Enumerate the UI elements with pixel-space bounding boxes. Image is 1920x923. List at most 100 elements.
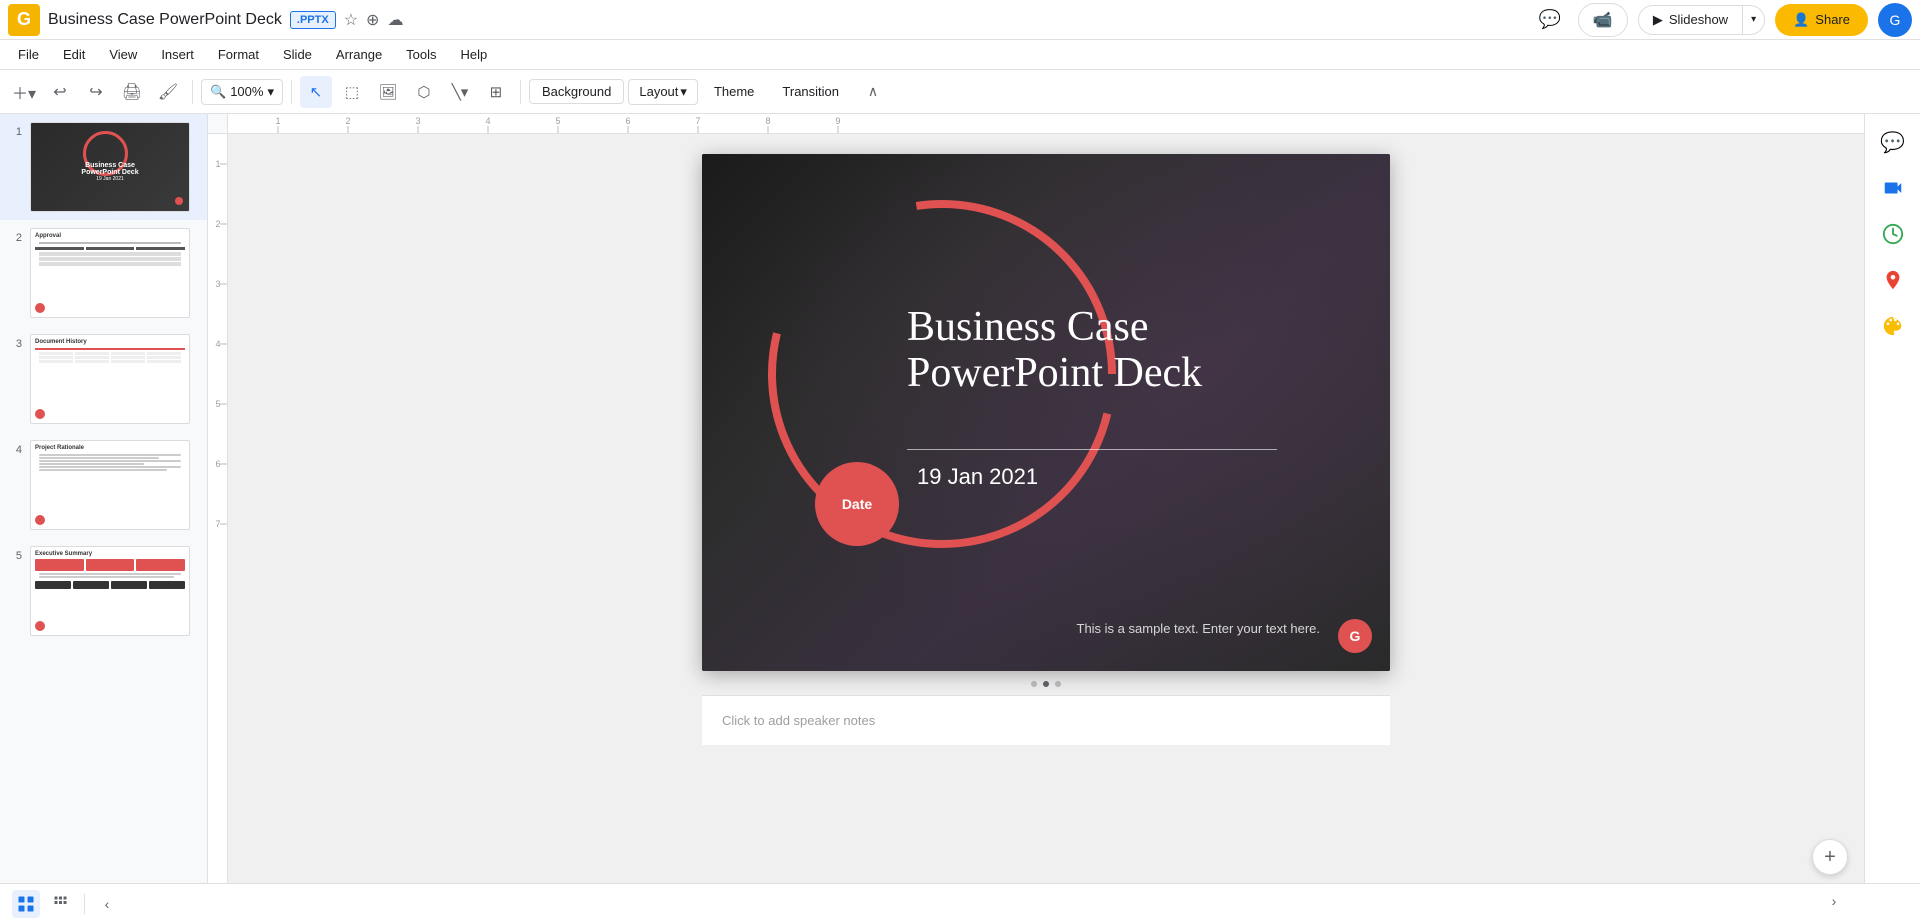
line-tool[interactable]: ╲▾ xyxy=(444,76,476,108)
meet-sidebar-icon[interactable] xyxy=(1873,168,1913,208)
app-logo: G xyxy=(8,4,40,36)
palette-sidebar-icon[interactable] xyxy=(1873,306,1913,346)
textbox-tool[interactable]: ⊞ xyxy=(480,76,512,108)
zoom-control[interactable]: 🔍 100% ▾ xyxy=(201,79,283,105)
filmstrip-view-button[interactable] xyxy=(12,890,40,918)
activity-icon[interactable]: ⊕ xyxy=(366,10,379,30)
main-slide-canvas[interactable]: Date Business Case PowerPoint Deck 19 Ja… xyxy=(702,154,1390,671)
notes-placeholder: Click to add speaker notes xyxy=(722,713,875,728)
menu-help[interactable]: Help xyxy=(451,43,498,66)
slide-title-line1: Business Case xyxy=(907,304,1202,350)
toolbar: ＋▾ ↩ ↪ 🖨 🖌 🔍 100% ▾ ↖ ⬚ 🖼 ⬡ ╲▾ ⊞ Backgro… xyxy=(0,70,1920,114)
vertical-ruler: 1 2 3 4 5 6 7 xyxy=(208,134,228,883)
menu-format[interactable]: Format xyxy=(208,43,269,66)
slide-thumb-1[interactable]: 1 Business CasePowerPoint Deck 19 Jan 20… xyxy=(0,114,207,220)
add-button[interactable]: ＋▾ xyxy=(8,76,40,108)
toolbar-divider-3 xyxy=(520,80,521,104)
undo-button[interactable]: ↩ xyxy=(44,76,76,108)
menu-file[interactable]: File xyxy=(8,43,49,66)
shape-tool[interactable]: ⬡ xyxy=(408,76,440,108)
user-avatar[interactable]: G xyxy=(1878,3,1912,37)
selection-tool[interactable]: ⬚ xyxy=(336,76,368,108)
cloud-icon[interactable]: ☁ xyxy=(387,10,403,30)
layout-button[interactable]: Layout ▾ xyxy=(628,79,698,105)
horizontal-ruler: 1 2 3 4 5 6 7 8 9 xyxy=(208,114,1864,134)
ruler-content: 1 2 3 4 5 6 7 8 9 xyxy=(228,114,1864,133)
title-action-icons: ☆ ⊕ ☁ xyxy=(344,10,404,30)
maps-sidebar-icon[interactable] xyxy=(1873,260,1913,300)
print-button[interactable]: 🖨 xyxy=(116,76,148,108)
activity-sidebar-icon[interactable] xyxy=(1873,214,1913,254)
commenter-avatar: G xyxy=(1338,619,1372,653)
star-icon[interactable]: ☆ xyxy=(344,10,358,30)
transition-button[interactable]: Transition xyxy=(770,80,851,103)
slide-thumb-2[interactable]: 2 Approval xyxy=(0,220,207,326)
menu-tools[interactable]: Tools xyxy=(396,43,446,66)
grid-view-button[interactable] xyxy=(48,890,76,918)
menu-view[interactable]: View xyxy=(99,43,147,66)
slide-title[interactable]: Business Case PowerPoint Deck xyxy=(907,304,1202,396)
collapse-left-panel-button[interactable]: ‹ xyxy=(93,890,121,918)
svg-text:2: 2 xyxy=(345,116,350,126)
redo-button[interactable]: ↪ xyxy=(80,76,112,108)
svg-text:2: 2 xyxy=(215,219,220,229)
slideshow-icon: ▶ xyxy=(1653,12,1663,28)
meet-button[interactable]: 📹 xyxy=(1578,3,1628,37)
slide-number-5: 5 xyxy=(8,546,22,562)
main-content: 1 Business CasePowerPoint Deck 19 Jan 20… xyxy=(0,114,1920,883)
notes-area[interactable]: Click to add speaker notes xyxy=(702,695,1390,745)
background-button[interactable]: Background xyxy=(529,79,624,104)
prev3-row-2 xyxy=(39,356,181,359)
slide-number-3: 3 xyxy=(8,334,22,350)
slideshow-dropdown[interactable]: ▾ xyxy=(1743,8,1764,31)
prev3-title-text: Document History xyxy=(35,339,185,345)
menu-insert[interactable]: Insert xyxy=(151,43,204,66)
prev4-title-text: Project Rationale xyxy=(35,445,185,451)
image-tool[interactable]: 🖼 xyxy=(372,76,404,108)
preview-date-1: 19 Jan 2021 xyxy=(96,176,124,182)
menu-slide[interactable]: Slide xyxy=(273,43,322,66)
prev5-line-1 xyxy=(39,573,181,575)
slide-thumb-3[interactable]: 3 Document History xyxy=(0,326,207,432)
svg-text:4: 4 xyxy=(215,339,220,349)
slide-preview-5: Executive Summary xyxy=(30,546,190,636)
vertical-ruler-svg: 1 2 3 4 5 6 7 xyxy=(208,134,228,883)
slide-thumb-5[interactable]: 5 Executive Summary xyxy=(0,538,207,644)
theme-button[interactable]: Theme xyxy=(702,80,766,103)
svg-text:6: 6 xyxy=(625,116,630,126)
comment-button[interactable]: 💬 xyxy=(1532,2,1568,38)
prev2-line-1 xyxy=(39,242,181,244)
prev3-red-line xyxy=(35,348,185,350)
preview-dot-1 xyxy=(175,197,183,205)
svg-text:7: 7 xyxy=(695,116,700,126)
slide-number-2: 2 xyxy=(8,228,22,244)
toolbar-divider-1 xyxy=(192,80,193,104)
menu-arrange[interactable]: Arrange xyxy=(326,43,392,66)
share-button[interactable]: 👤 Share xyxy=(1775,4,1868,36)
menu-edit[interactable]: Edit xyxy=(53,43,95,66)
slideshow-main[interactable]: ▶ Slideshow xyxy=(1639,6,1743,34)
svg-text:1: 1 xyxy=(215,159,220,169)
paint-format-button[interactable]: 🖌 xyxy=(152,76,184,108)
add-slide-button[interactable]: + xyxy=(1812,839,1848,875)
collapse-toolbar-button[interactable]: ∧ xyxy=(859,78,887,106)
select-tool[interactable]: ↖ xyxy=(300,76,332,108)
slide-title-line2: PowerPoint Deck xyxy=(907,350,1202,396)
file-type-badge: .PPTX xyxy=(290,11,336,29)
slide-panel: 1 Business CasePowerPoint Deck 19 Jan 20… xyxy=(0,114,208,883)
chat-sidebar-icon[interactable]: 💬 xyxy=(1873,122,1913,162)
top-bar: G Business Case PowerPoint Deck .PPTX ☆ … xyxy=(0,0,1920,40)
preview-title-1: Business CasePowerPoint Deck xyxy=(81,162,138,176)
svg-text:6: 6 xyxy=(215,459,220,469)
prev4-dot xyxy=(35,515,45,525)
doc-title[interactable]: Business Case PowerPoint Deck xyxy=(48,11,282,29)
svg-text:8: 8 xyxy=(765,116,770,126)
prev2-header xyxy=(35,247,185,250)
slide-thumb-4[interactable]: 4 Project Rationale xyxy=(0,432,207,538)
layout-dropdown-icon: ▾ xyxy=(680,84,687,100)
prev2-block-1 xyxy=(39,252,181,256)
meet-icon: 📹 xyxy=(1593,10,1613,30)
view-divider xyxy=(84,894,85,914)
slideshow-button[interactable]: ▶ Slideshow ▾ xyxy=(1638,5,1765,35)
deco-circle-svg xyxy=(702,154,1390,671)
